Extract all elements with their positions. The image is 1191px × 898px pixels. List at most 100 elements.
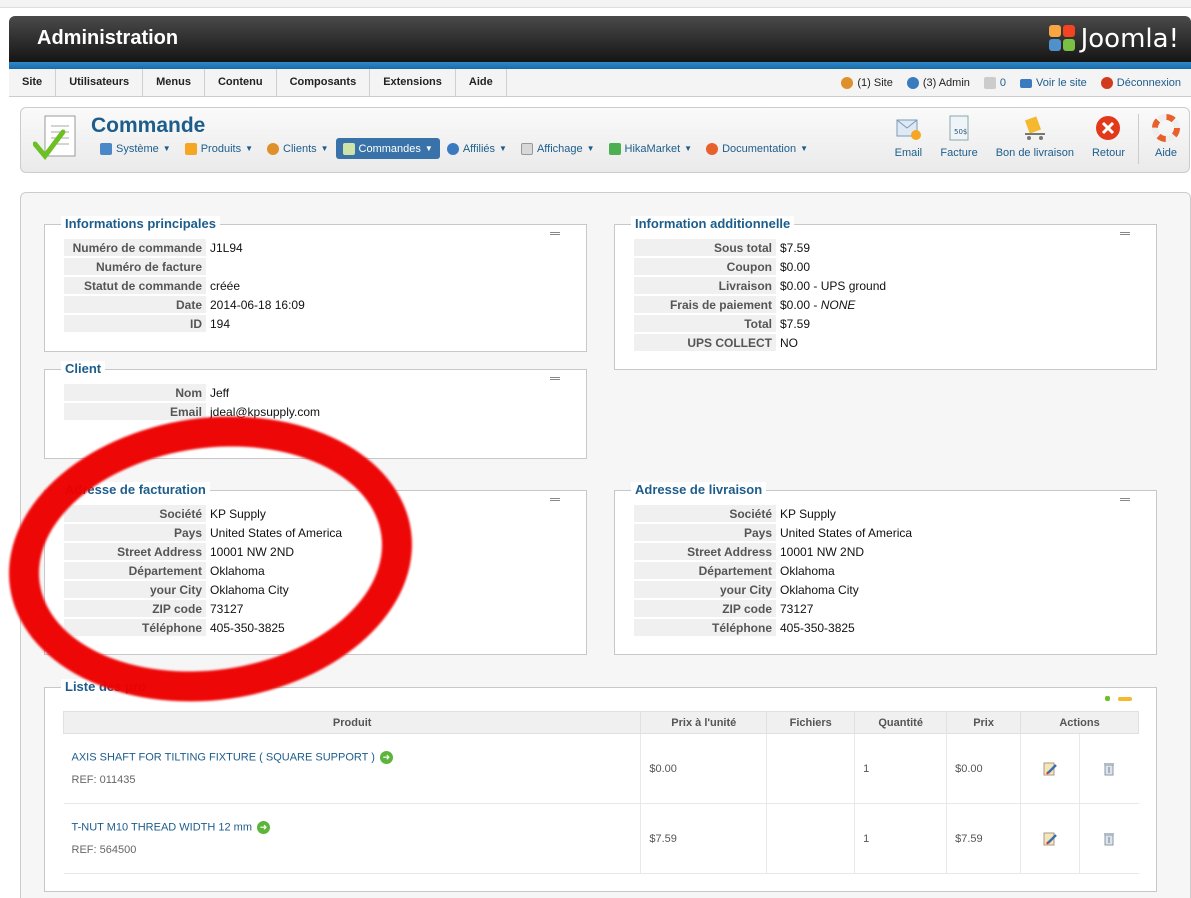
- collapse-icon[interactable]: [1120, 232, 1130, 235]
- info-row: Nom Jeff: [64, 384, 324, 401]
- delivery-note-button[interactable]: Bon de livraison: [987, 114, 1083, 166]
- menu-contenu[interactable]: Contenu: [205, 69, 277, 97]
- lifebuoy-icon: [706, 142, 719, 155]
- submenu-documentation[interactable]: Documentation ▼: [699, 138, 815, 159]
- site-users-status[interactable]: (1) Site: [841, 77, 893, 89]
- back-button[interactable]: Retour: [1083, 114, 1134, 166]
- info-value: créée: [206, 277, 309, 294]
- product-ref: REF: 564500: [71, 844, 137, 856]
- main-info-panel: Informations principales Numéro de comma…: [44, 216, 587, 352]
- help-button[interactable]: Aide: [1143, 114, 1189, 166]
- messages-status[interactable]: 0: [983, 77, 1006, 89]
- admin-title: Administration: [37, 27, 179, 49]
- info-value: 194: [206, 315, 309, 332]
- box-icon: [184, 142, 197, 155]
- info-value: [206, 258, 309, 275]
- info-value-italic: NONE: [820, 297, 856, 312]
- info-row: Sous total $7.59: [634, 239, 890, 256]
- additional-info-table: Sous total $7.59 Coupon $0.00 Livraison $0.00…: [634, 237, 890, 353]
- collapse-icon[interactable]: [550, 377, 560, 380]
- menu-menus[interactable]: Menus: [143, 69, 205, 97]
- menu-utilisateurs[interactable]: Utilisateurs: [56, 69, 144, 97]
- info-label: Département: [634, 562, 776, 579]
- product-cell: AXIS SHAFT FOR TILTING FIXTURE ( SQUARE …: [63, 733, 642, 804]
- admin-users-icon: [906, 77, 919, 89]
- additional-info-panel: Information additionnelle Sous total $7.5…: [614, 216, 1157, 370]
- info-row: Pays United States of America: [634, 524, 916, 541]
- invoice-button[interactable]: 50$ Facture: [931, 114, 986, 166]
- add-product-icon[interactable]: [1105, 696, 1110, 701]
- edit-pencil-icon: [1043, 762, 1058, 775]
- collapse-icon[interactable]: [550, 232, 560, 235]
- submenu-produits[interactable]: Produits ▼: [178, 138, 260, 159]
- product-name-link[interactable]: AXIS SHAFT FOR TILTING FIXTURE ( SQUARE …: [72, 751, 375, 763]
- admin-users-status[interactable]: (3) Admin: [906, 77, 970, 89]
- edit-product-button[interactable]: [1021, 804, 1081, 873]
- email-button[interactable]: Email: [885, 114, 931, 166]
- info-value: 405-350-3825: [776, 619, 916, 636]
- info-label: Numéro de commande: [64, 239, 206, 256]
- info-value-text: $7.59: [780, 240, 811, 255]
- collapse-icon[interactable]: [550, 498, 560, 501]
- hikamarket-icon: [608, 142, 621, 155]
- submenu-affilies[interactable]: Affiliés ▼: [440, 138, 514, 159]
- toolbar-buttons: Email 50$ Facture Bon de livraison Retou…: [885, 114, 1189, 166]
- view-site-link[interactable]: Voir le site: [1020, 77, 1087, 89]
- delete-product-button[interactable]: [1080, 804, 1138, 873]
- chevron-down-icon: ▼: [800, 144, 809, 153]
- info-row: Email jdeal@kpsupply.com: [64, 403, 324, 420]
- info-value: 2014-06-18 16:09: [206, 296, 309, 313]
- menu-aide[interactable]: Aide: [456, 69, 507, 97]
- col-header-actions: Actions: [1020, 711, 1139, 734]
- menu-extensions[interactable]: Extensions: [370, 69, 456, 97]
- chevron-down-icon: ▼: [320, 144, 329, 153]
- order-icon: [342, 142, 355, 155]
- submenu-hikamarket[interactable]: HikaMarket ▼: [602, 138, 700, 159]
- go-arrow-icon[interactable]: ➜: [379, 751, 393, 764]
- price-cell: $0.00: [946, 733, 1022, 804]
- menu-composants[interactable]: Composants: [277, 69, 371, 97]
- go-arrow-icon[interactable]: ➜: [257, 821, 271, 834]
- col-header-fichiers: Fichiers: [766, 711, 856, 734]
- info-value-text: Oklahoma City: [780, 582, 859, 597]
- info-value-text: 2014-06-18 16:09: [210, 297, 305, 312]
- info-label: UPS COLLECT: [634, 334, 776, 351]
- submenu-systeme[interactable]: Système ▼: [93, 138, 178, 159]
- collapse-icon[interactable]: [1120, 498, 1130, 501]
- order-checklist-icon: [33, 115, 76, 161]
- info-row: Total $7.59: [634, 315, 890, 332]
- toolbar-separator: [1138, 114, 1139, 164]
- display-icon: [520, 142, 533, 155]
- chevron-down-icon: ▼: [424, 144, 433, 153]
- delete-product-button[interactable]: [1080, 734, 1138, 803]
- files-cell: [766, 803, 856, 874]
- info-value: United States of America: [776, 524, 916, 541]
- menu-site[interactable]: Site: [9, 69, 57, 97]
- email-icon: [896, 119, 922, 140]
- info-label: Coupon: [634, 258, 776, 275]
- edit-product-button[interactable]: [1021, 734, 1081, 803]
- admin-header: Administration Joomla!: [9, 16, 1191, 62]
- chevron-down-icon: ▼: [684, 144, 693, 153]
- unit-price-cell: $0.00: [640, 733, 768, 804]
- info-value-text: Jeff: [210, 385, 230, 400]
- info-value: 10001 NW 2ND: [776, 543, 916, 560]
- info-value-text: 194: [210, 316, 231, 331]
- col-header-produit: Produit: [62, 711, 642, 734]
- edit-list-icon[interactable]: [1118, 697, 1132, 701]
- power-icon: [1100, 77, 1113, 89]
- edit-pencil-icon: [1043, 832, 1058, 845]
- actions-cell: [1020, 803, 1139, 874]
- info-label: Société: [634, 505, 776, 522]
- submenu-affichage[interactable]: Affichage ▼: [514, 138, 602, 159]
- logout-link[interactable]: Déconnexion: [1100, 77, 1181, 89]
- shopping-cart-icon: [1024, 116, 1045, 140]
- main-menu-bar: Site Utilisateurs Menus Contenu Composan…: [9, 69, 1191, 97]
- submenu-clients[interactable]: Clients ▼: [260, 138, 336, 159]
- info-row: Statut de commande créée: [64, 277, 309, 294]
- info-label: Frais de paiement: [634, 296, 776, 313]
- info-row: Frais de paiement $0.00 - NONE: [634, 296, 890, 313]
- info-row: ZIP code 73127: [634, 600, 916, 617]
- submenu-commandes[interactable]: Commandes ▼: [335, 138, 440, 159]
- product-name-link[interactable]: T-NUT M10 THREAD WIDTH 12 mm: [72, 821, 253, 833]
